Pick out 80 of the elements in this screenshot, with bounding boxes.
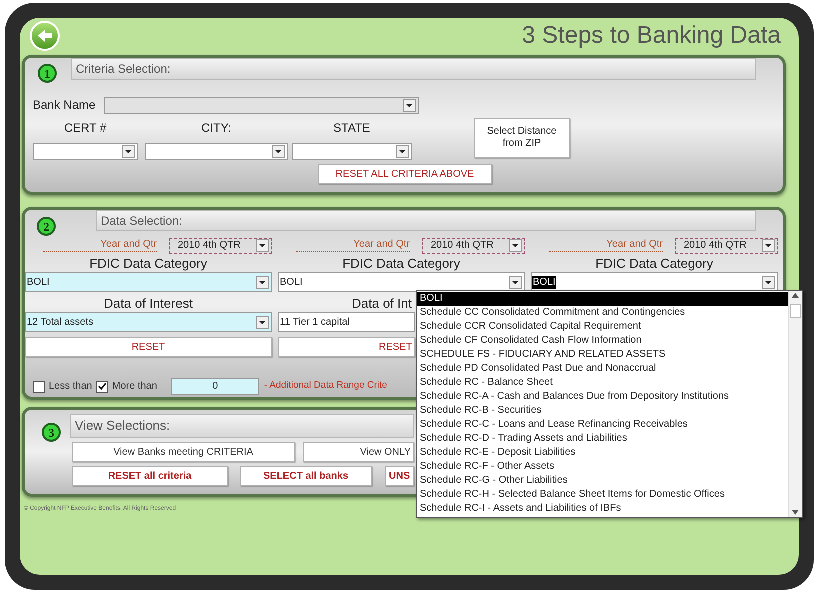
step-badge: 2 — [37, 217, 56, 236]
check-icon — [98, 382, 107, 391]
field-label: CERT # — [64, 120, 107, 137]
view-action-button[interactable]: View ONLY — [303, 442, 414, 462]
view-action-button[interactable]: View Banks meeting CRITERIA — [72, 442, 295, 462]
year-label: Year and Qtr — [549, 239, 663, 252]
range-note: - Additional Data Range Crite — [264, 379, 388, 394]
year-label: Year and Qtr — [43, 239, 157, 252]
caret-icon — [256, 276, 269, 288]
dropdown-option[interactable]: Schedule CCR Consolidated Capital Requirement — [417, 320, 788, 334]
dropdown-option[interactable]: Schedule RC-H - Selected Balance Sheet Items for Domestic Offices — [417, 488, 788, 502]
caret-icon — [509, 239, 522, 252]
bank-name-dropdown[interactable] — [104, 96, 419, 114]
select-distance-button[interactable]: Select Distance from ZIP — [474, 118, 570, 158]
dropdown-option[interactable]: Schedule RC - Balance Sheet — [417, 376, 788, 390]
caret-icon — [256, 316, 269, 328]
filter-dropdown[interactable] — [292, 143, 412, 160]
year-dropdown[interactable]: 2010 4th QTR — [169, 238, 272, 254]
dropdown-option[interactable]: Schedule RC-B - Securities — [417, 404, 788, 418]
category-header: FDIC Data Category — [594, 255, 714, 272]
category-dropdown[interactable]: BOLI — [531, 272, 778, 292]
interest-header: Data of Int — [352, 295, 412, 312]
scrollbar[interactable] — [788, 291, 802, 517]
dropdown-option[interactable]: Schedule PD Consolidated Past Due and Nonaccrual — [417, 362, 788, 376]
back-arrow-icon — [37, 29, 53, 43]
scroll-thumb[interactable] — [790, 304, 801, 318]
section-header: Criteria Selection: — [71, 58, 756, 80]
caret-icon — [402, 98, 416, 112]
dropdown-option[interactable]: Schedule RC-F - Other Assets — [417, 460, 788, 474]
dropdown-option[interactable]: Schedule RC-D - Trading Assets and Liabilities — [417, 432, 788, 446]
back-button[interactable] — [30, 21, 60, 51]
dropdown-option[interactable]: Schedule RC-I - Assets and Liabilities of IBFs — [417, 502, 788, 516]
scroll-up-icon — [792, 293, 799, 298]
year-label: Year and Qtr — [296, 239, 410, 252]
interest-header: Data of Interest — [104, 295, 193, 312]
checkbox[interactable] — [96, 380, 108, 392]
caret-icon — [762, 276, 775, 288]
step-badge: 3 — [42, 423, 61, 442]
dropdown-option[interactable]: Schedule RC-A - Cash and Balances Due from Depository Institutions — [417, 390, 788, 404]
filter-dropdown[interactable] — [33, 143, 138, 160]
range-value-field[interactable]: 0 — [171, 378, 260, 395]
dropdown-option[interactable]: Schedule CF Consolidated Cash Flow Information — [417, 334, 788, 348]
year-dropdown[interactable]: 2010 4th QTR — [422, 238, 525, 254]
category-dropdown[interactable]: BOLI — [25, 272, 272, 292]
view-action-button[interactable]: SELECT all banks — [240, 466, 372, 486]
app-title: 3 Steps to Banking Data — [522, 21, 781, 51]
checkbox-label: Less than — [49, 380, 92, 394]
field-label: CITY: — [201, 120, 232, 137]
interest-dropdown[interactable]: 12 Total assets — [25, 312, 272, 332]
caret-icon — [272, 145, 285, 158]
dropdown-option[interactable]: Schedule RC-G - Other Liabilities — [417, 474, 788, 488]
section-header: Data Selection: — [96, 210, 756, 231]
dropdown-option[interactable]: Schedule CC Consolidated Commitment and Contingencies — [417, 306, 788, 320]
category-header: FDIC Data Category — [342, 255, 462, 272]
bank-name-label: Bank Name — [33, 97, 96, 114]
category-dropdown[interactable]: BOLI — [278, 272, 525, 292]
checkbox-label: More than — [112, 380, 158, 394]
dropdown-option[interactable]: Schedule RC-C - Loans and Lease Refinancing Receivables — [417, 418, 788, 432]
section-header: View Selections: — [70, 414, 414, 438]
dropdown-option[interactable]: Schedule RC-E - Deposit Liabilities — [417, 446, 788, 460]
caret-icon — [509, 276, 522, 288]
caret-icon — [762, 239, 775, 252]
year-dropdown[interactable]: 2010 4th QTR — [675, 238, 778, 254]
step-badge: 1 — [38, 64, 57, 83]
scroll-down-icon — [792, 510, 799, 515]
dropdown-option[interactable]: SCHEDULE FS - FIDUCIARY AND RELATED ASSETS — [417, 348, 788, 362]
category-header: FDIC Data Category — [88, 255, 208, 272]
reset-button[interactable]: RESET — [278, 337, 415, 357]
caret-icon — [256, 239, 269, 252]
reset-button[interactable]: RESET — [25, 337, 272, 357]
dropdown-option[interactable]: BOLI — [417, 292, 788, 306]
caret-icon — [396, 145, 409, 158]
reset-criteria-button[interactable]: RESET ALL CRITERIA ABOVE — [318, 164, 492, 184]
interest-field[interactable]: 11 Tier 1 capital — [278, 312, 415, 332]
caret-icon — [122, 145, 135, 158]
field-label: STATE — [334, 120, 370, 137]
view-action-button[interactable]: UNS — [385, 466, 414, 486]
view-action-button[interactable]: RESET all criteria — [72, 466, 228, 486]
checkbox[interactable] — [33, 380, 45, 392]
filter-dropdown[interactable] — [145, 143, 288, 160]
